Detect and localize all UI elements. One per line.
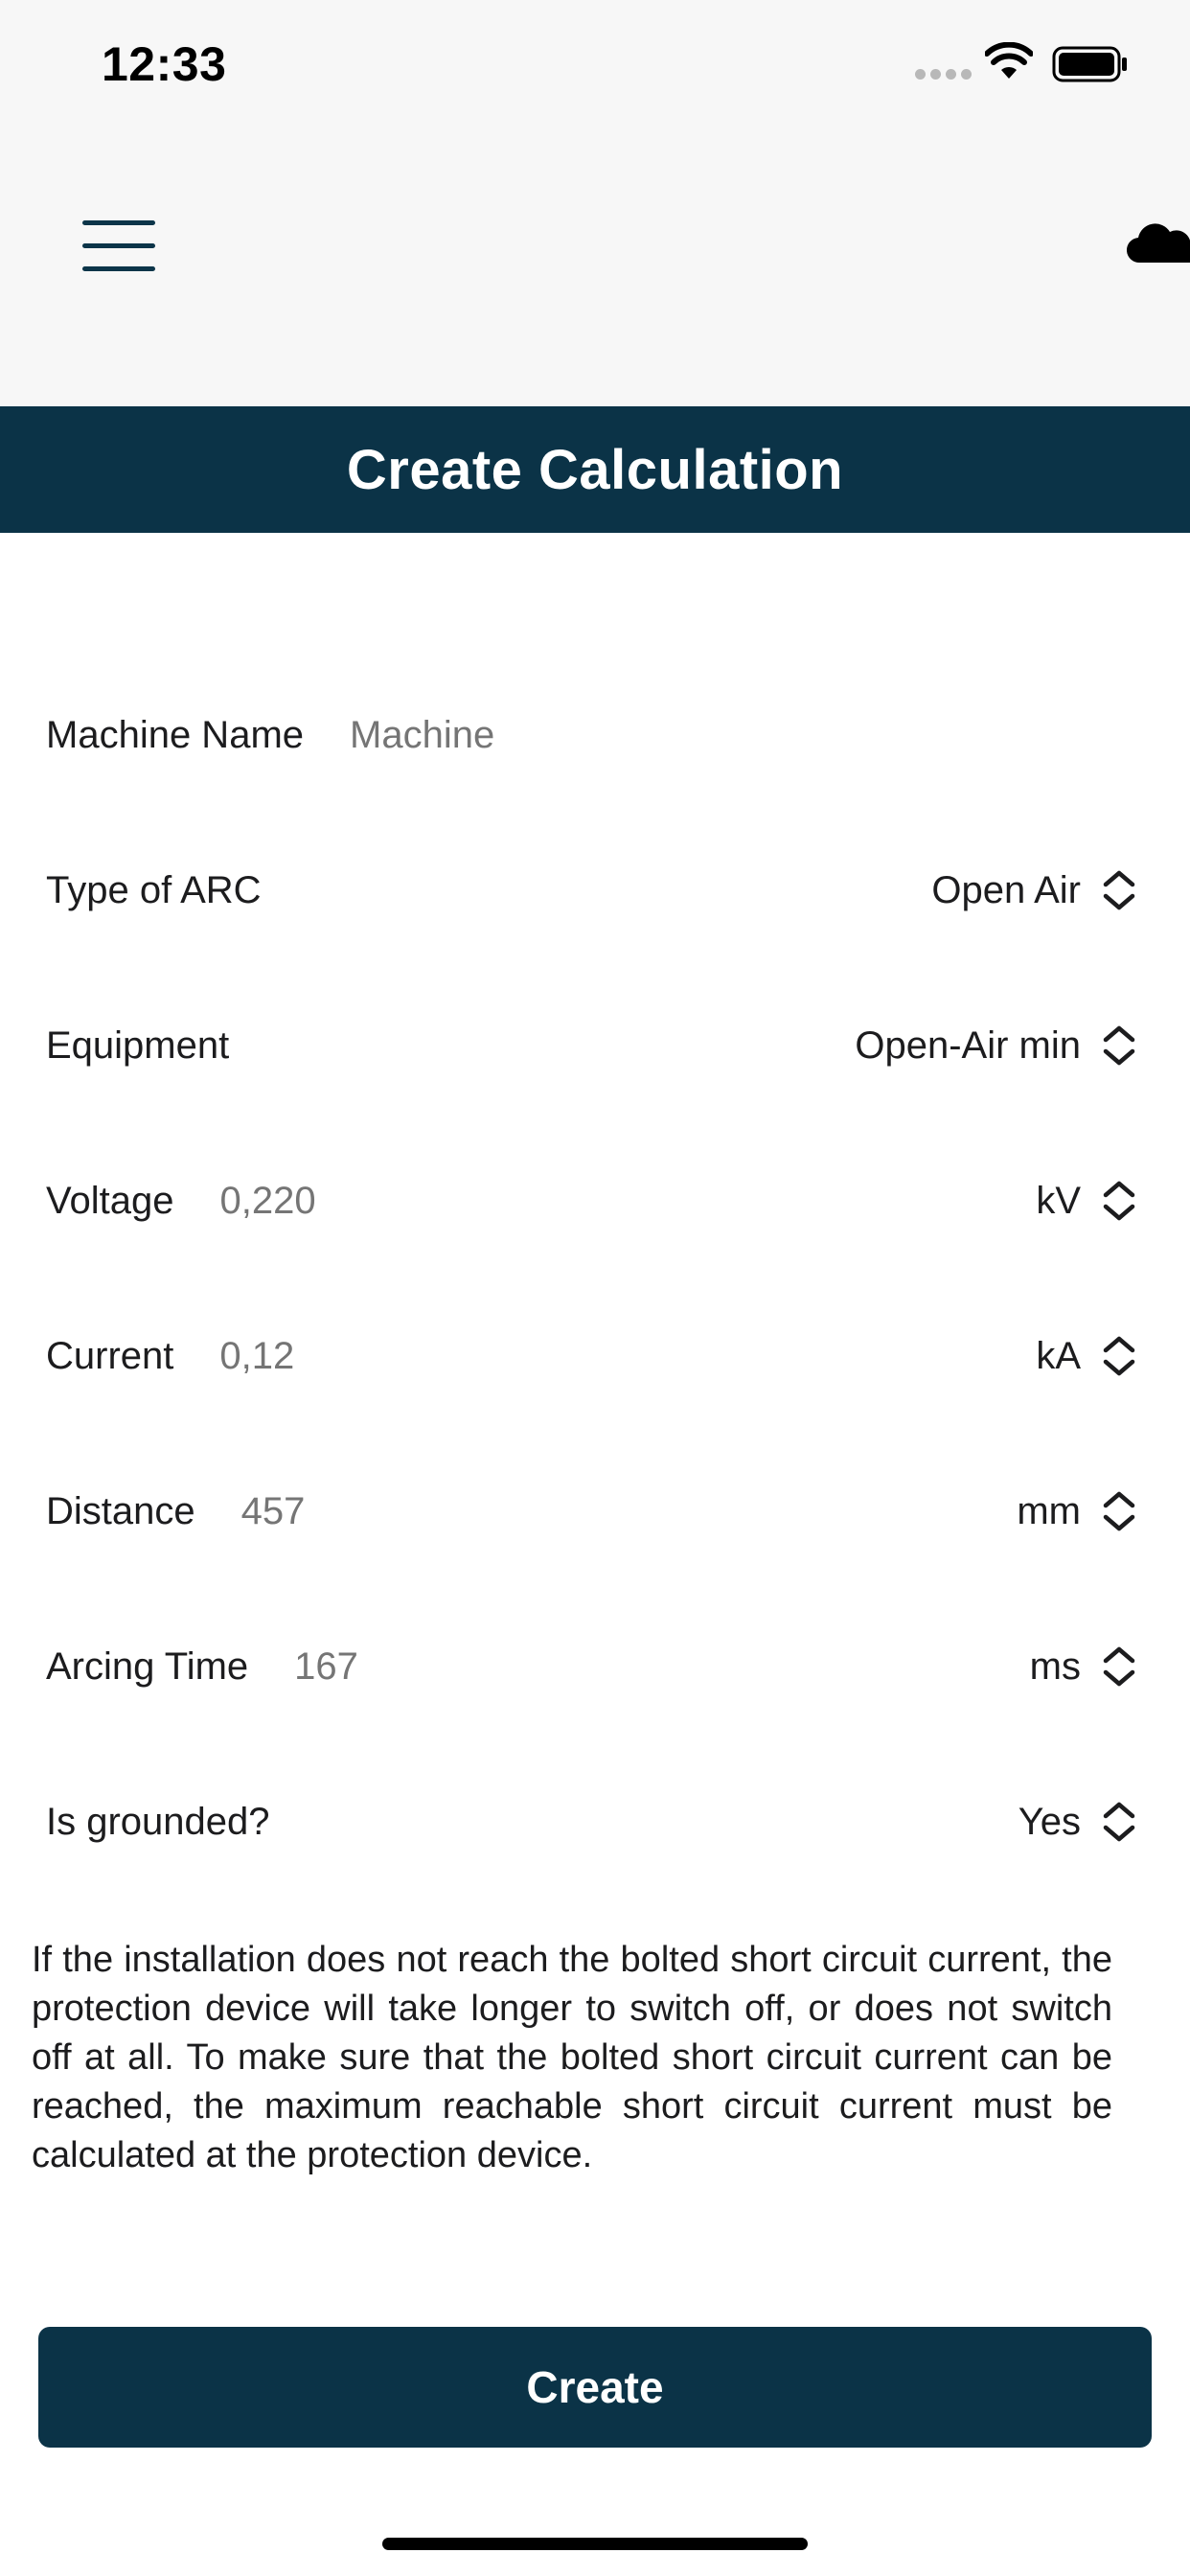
- current-row: Current kA: [0, 1278, 1190, 1434]
- equipment-value: Open-Air min: [855, 1024, 1081, 1067]
- distance-input[interactable]: [240, 1489, 548, 1533]
- equipment-row: Equipment Open-Air min: [0, 968, 1190, 1123]
- signal-dots-icon: [915, 69, 972, 80]
- create-button-label: Create: [526, 2362, 664, 2412]
- voltage-label: Voltage: [46, 1179, 174, 1222]
- status-time: 12:33: [102, 37, 227, 91]
- arcing-time-unit: ms: [1029, 1644, 1081, 1688]
- arc-type-row: Type of ARC Open Air: [0, 813, 1190, 968]
- chevron-up-down-icon: [1103, 1646, 1135, 1687]
- distance-unit-select[interactable]: mm: [1017, 1490, 1136, 1533]
- hamburger-menu-icon[interactable]: [82, 220, 155, 274]
- arcing-time-label: Arcing Time: [46, 1644, 249, 1688]
- chevron-up-down-icon: [1103, 1181, 1135, 1221]
- machine-name-input[interactable]: [350, 713, 1021, 757]
- voltage-input[interactable]: [219, 1179, 527, 1223]
- battery-icon: [1052, 46, 1127, 82]
- grounded-select[interactable]: Yes: [1018, 1801, 1136, 1844]
- chevron-up-down-icon: [1103, 1802, 1135, 1842]
- arc-type-value: Open Air: [931, 868, 1081, 911]
- grounded-label: Is grounded?: [46, 1800, 270, 1843]
- current-label: Current: [46, 1334, 174, 1377]
- page-title-banner: Create Calculation: [0, 406, 1190, 533]
- current-input[interactable]: [219, 1334, 527, 1378]
- distance-label: Distance: [46, 1489, 195, 1532]
- calculation-form: Machine Name Type of ARC Open Air Equipm…: [0, 657, 1190, 1899]
- machine-name-row: Machine Name: [0, 657, 1190, 813]
- voltage-row: Voltage kV: [0, 1123, 1190, 1278]
- voltage-unit: kV: [1036, 1179, 1081, 1222]
- arcing-time-input[interactable]: [294, 1644, 602, 1689]
- current-unit: kA: [1036, 1334, 1081, 1377]
- equipment-select[interactable]: Open-Air min: [855, 1024, 1136, 1068]
- home-indicator: [382, 2538, 808, 2550]
- status-bar: 12:33: [0, 0, 1190, 134]
- machine-name-label: Machine Name: [46, 713, 305, 756]
- distance-row: Distance mm: [0, 1434, 1190, 1589]
- create-button[interactable]: Create: [38, 2327, 1152, 2448]
- wifi-icon: [985, 42, 1033, 79]
- cloud-icon[interactable]: [1127, 222, 1190, 264]
- chevron-up-down-icon: [1103, 1491, 1135, 1531]
- chevron-up-down-icon: [1103, 870, 1135, 910]
- equipment-label: Equipment: [46, 1024, 230, 1067]
- grounded-value: Yes: [1018, 1800, 1081, 1843]
- arc-type-select[interactable]: Open Air: [931, 869, 1136, 912]
- chevron-up-down-icon: [1103, 1336, 1135, 1376]
- arcing-time-row: Arcing Time ms: [0, 1589, 1190, 1744]
- chevron-up-down-icon: [1103, 1025, 1135, 1066]
- navigation-bar: [0, 134, 1190, 406]
- current-unit-select[interactable]: kA: [1036, 1335, 1136, 1378]
- page-title: Create Calculation: [346, 438, 844, 501]
- grounded-row: Is grounded? Yes: [0, 1744, 1190, 1899]
- arc-type-label: Type of ARC: [46, 868, 262, 911]
- notice-text: If the installation does not reach the b…: [32, 1940, 1112, 2175]
- distance-unit: mm: [1017, 1489, 1081, 1532]
- arcing-time-unit-select[interactable]: ms: [1030, 1645, 1136, 1689]
- voltage-unit-select[interactable]: kV: [1036, 1180, 1136, 1223]
